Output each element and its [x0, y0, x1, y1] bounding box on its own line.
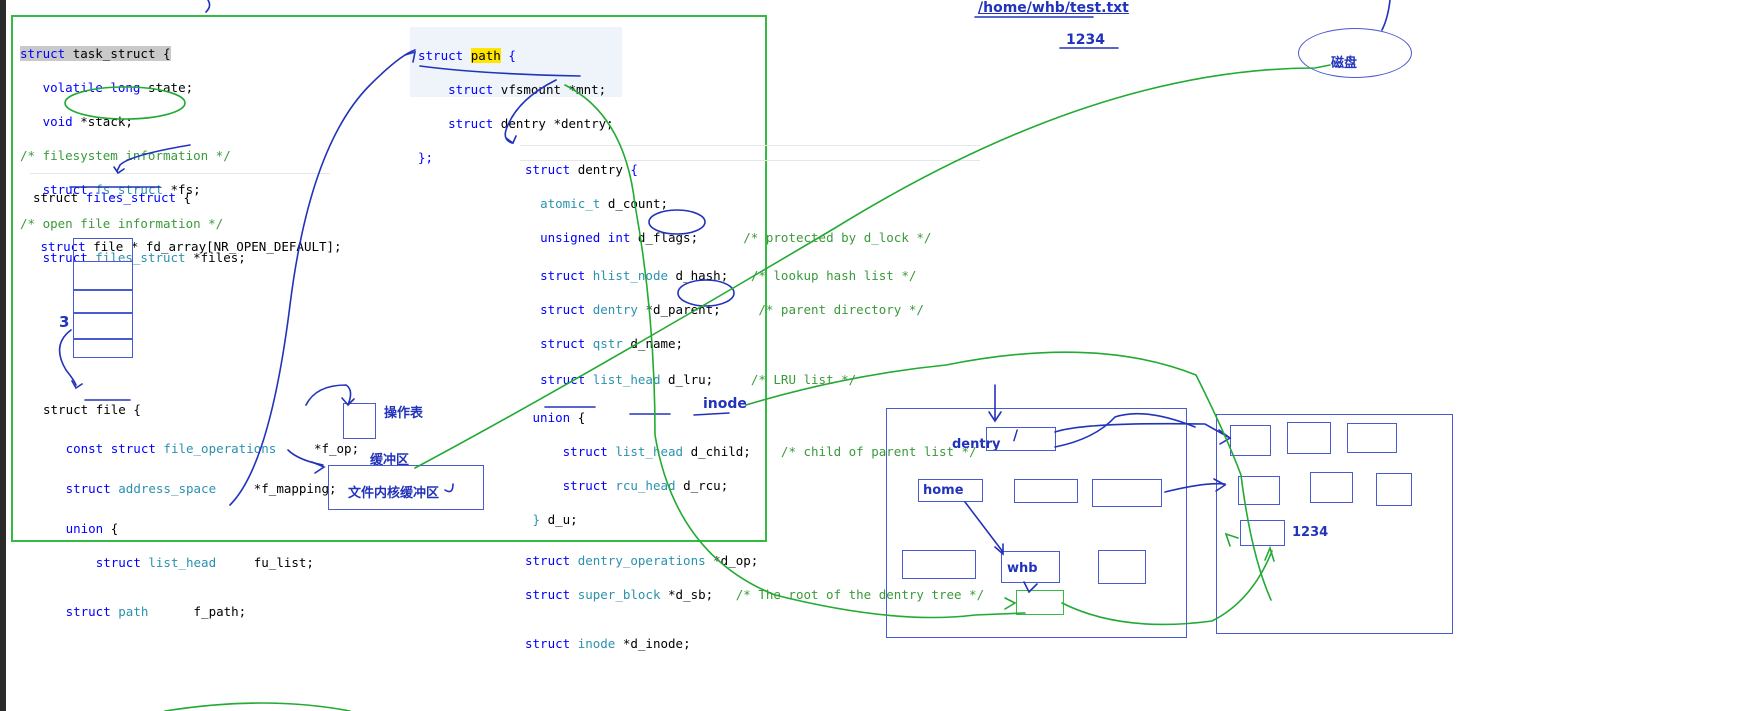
fd-array-cell: [73, 338, 133, 358]
test-file-node: [1016, 590, 1064, 615]
file-struct-code: struct file { const struct file_operatio…: [43, 402, 360, 619]
inode-label: inode: [703, 396, 747, 412]
disk-block: [1310, 472, 1353, 503]
fd-index-label: 3: [59, 313, 70, 331]
home-node-label: home: [923, 483, 964, 498]
disk-block: [1347, 423, 1397, 453]
fd-array-cell: [73, 238, 133, 262]
root-node-label: /: [1013, 428, 1019, 444]
dentry-node: [1092, 479, 1162, 507]
disk-block: [1238, 476, 1280, 505]
dentry-root-node: [986, 427, 1056, 451]
block-1234-label: 1234: [1292, 525, 1329, 540]
fd-array-cell: [73, 261, 133, 291]
dentry-node: [902, 550, 976, 579]
file-content-label: 1234: [1066, 32, 1105, 48]
disk-block: [1287, 422, 1331, 454]
ops-table-label: 操作表: [384, 406, 424, 421]
fd-array-cell: [73, 289, 133, 314]
disk-block: [1376, 473, 1412, 506]
ops-table-box: [343, 403, 376, 439]
disk-block: [1230, 425, 1271, 456]
fd-array-cell: [73, 312, 133, 340]
disk-block-1234: [1240, 520, 1285, 546]
kernel-buffer-label: 文件内核缓冲区: [348, 486, 440, 501]
disk-label: 磁盘: [1331, 56, 1358, 71]
dentry-node: [1098, 550, 1146, 584]
dentry-node: [1014, 479, 1078, 503]
window-edge: [0, 0, 6, 711]
file-path-label: /home/whb/test.txt: [978, 0, 1129, 16]
whb-node-label: whb: [1007, 561, 1038, 576]
